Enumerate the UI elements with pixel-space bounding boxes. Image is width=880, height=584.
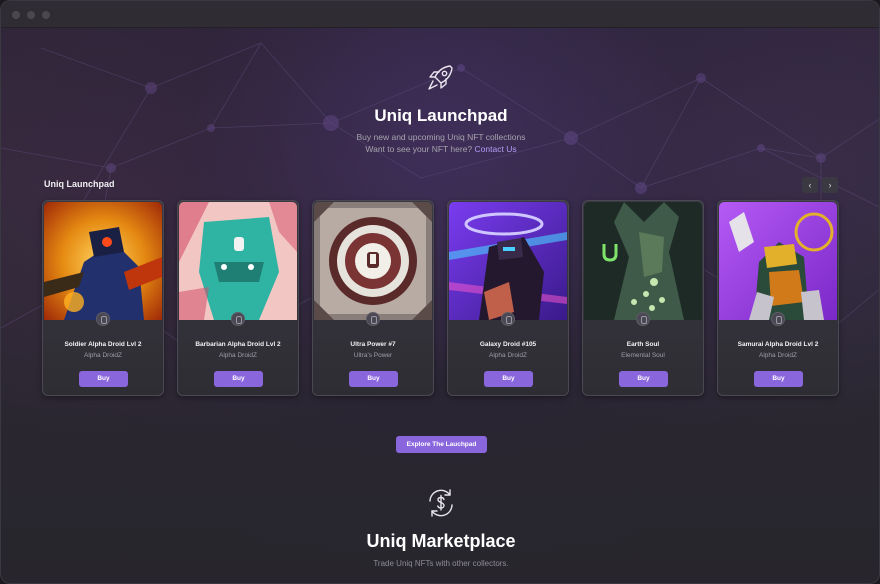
- buy-button[interactable]: Buy: [214, 371, 263, 387]
- rocket-icon: [428, 65, 453, 90]
- nft-name: Galaxy Droid #105: [479, 341, 537, 348]
- nft-artwork[interactable]: [449, 202, 567, 320]
- nft-card[interactable]: Soldier Alpha Droid Lvl 2 Alpha DroidZ B…: [42, 200, 164, 396]
- nft-card[interactable]: Samurai Alpha Droid Lvl 2 Alpha DroidZ B…: [717, 200, 839, 396]
- nft-name: Samurai Alpha Droid Lvl 2: [737, 341, 819, 348]
- nft-card[interactable]: Ultra Power #7 Ultra's Power Buy: [312, 200, 434, 396]
- buy-button[interactable]: Buy: [349, 371, 398, 387]
- nft-artwork[interactable]: [584, 202, 702, 320]
- buy-button[interactable]: Buy: [619, 371, 668, 387]
- nft-card[interactable]: Barbarian Alpha Droid Lvl 2 Alpha DroidZ…: [177, 200, 299, 396]
- carousel-prev-button[interactable]: ‹: [802, 177, 818, 193]
- launchpad-subtitle: Buy new and upcoming Uniq NFT collection…: [356, 132, 526, 142]
- nft-collection: Ultra's Power: [353, 352, 393, 359]
- nft-collection: Alpha DroidZ: [219, 352, 257, 359]
- nft-collection: Alpha DroidZ: [84, 352, 122, 359]
- verified-badge-icon: [501, 312, 515, 326]
- window-maximize-dot[interactable]: [42, 11, 50, 19]
- nft-collection: Alpha DroidZ: [489, 352, 527, 359]
- carousel-next-button[interactable]: ›: [822, 177, 838, 193]
- nft-name: Barbarian Alpha Droid Lvl 2: [195, 341, 281, 348]
- marketplace-title: Uniq Marketplace: [366, 531, 516, 551]
- window-close-dot[interactable]: [12, 11, 20, 19]
- contact-us-link[interactable]: Contact Us: [475, 144, 517, 154]
- nft-card[interactable]: Earth Soul Elemental Soul Buy: [582, 200, 704, 396]
- verified-badge-icon: [771, 312, 785, 326]
- nft-name: Earth Soul: [626, 341, 660, 348]
- nft-card[interactable]: Galaxy Droid #105 Alpha DroidZ Buy: [447, 200, 569, 396]
- section-label: Uniq Launchpad: [44, 179, 115, 189]
- launchpad-title: Uniq Launchpad: [374, 106, 508, 125]
- verified-badge-icon: [636, 312, 650, 326]
- dollar-exchange-icon: [429, 489, 453, 517]
- verified-badge-icon: [231, 312, 245, 326]
- nft-artwork[interactable]: [179, 202, 297, 320]
- launchpad-contact-line: Want to see your NFT here? Contact Us: [1, 144, 879, 154]
- window-titlebar: [1, 1, 879, 28]
- nft-collection: Alpha DroidZ: [759, 352, 797, 359]
- explore-launchpad-button[interactable]: Explore The Lauchpad: [396, 436, 487, 453]
- nft-name: Ultra Power #7: [350, 341, 396, 348]
- page-content: Uniq Launchpad Buy new and upcoming Uniq…: [1, 28, 879, 583]
- app-window: Uniq Launchpad Buy new and upcoming Uniq…: [0, 0, 880, 584]
- buy-button[interactable]: Buy: [754, 371, 803, 387]
- buy-button[interactable]: Buy: [79, 371, 128, 387]
- nft-collection: Elemental Soul: [621, 352, 665, 359]
- nft-artwork[interactable]: [44, 202, 162, 320]
- nft-name: Soldier Alpha Droid Lvl 2: [64, 341, 142, 348]
- marketplace-subtitle: Trade Uniq NFTs with other collectors.: [373, 559, 509, 568]
- window-minimize-dot[interactable]: [27, 11, 35, 19]
- buy-button[interactable]: Buy: [484, 371, 533, 387]
- verified-badge-icon: [96, 312, 110, 326]
- verified-badge-icon: [366, 312, 380, 326]
- nft-artwork[interactable]: [314, 202, 432, 320]
- contact-prefix: Want to see your NFT here?: [365, 144, 473, 154]
- nft-artwork[interactable]: [719, 202, 837, 320]
